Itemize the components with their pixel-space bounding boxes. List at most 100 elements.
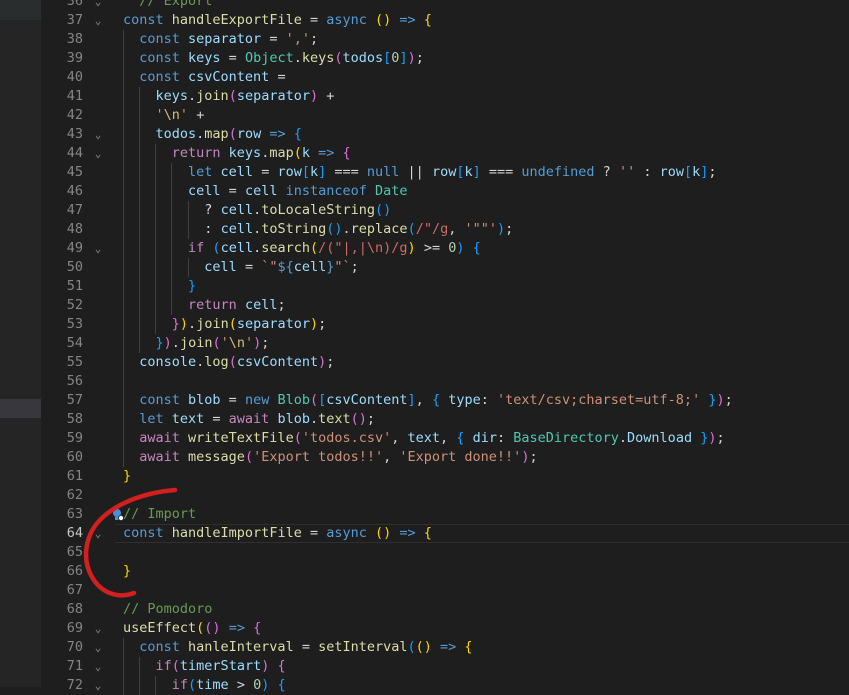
indent-guide [187, 201, 189, 220]
indent-guide [171, 296, 173, 315]
code-line[interactable]: 68 // Pomodoro [41, 600, 849, 619]
fold-chevron-icon[interactable]: ⌄ [91, 619, 105, 638]
fold-chevron-icon[interactable]: ⌄ [91, 638, 105, 657]
code-text: ? cell.toLocaleString() [204, 202, 392, 218]
indent-guide [155, 144, 157, 163]
code-text: const csvContent = [139, 69, 286, 85]
code-line[interactable]: 65 [41, 543, 849, 562]
code-line[interactable]: 42 '\n' + [41, 106, 849, 125]
indent-guide [138, 315, 140, 334]
line-number: 39 [66, 50, 83, 66]
code-line[interactable]: 43 ⌄ todos.map(row => { [41, 125, 849, 144]
line-number: 48 [66, 221, 83, 237]
indent-guide [171, 163, 173, 182]
fold-chevron-icon[interactable]: ⌄ [91, 524, 105, 543]
code-line[interactable]: 67 [41, 581, 849, 600]
code-line[interactable]: 63 // Import [41, 505, 849, 524]
line-number: 61 [66, 468, 83, 484]
indent-guide [138, 201, 140, 220]
indent-guide [122, 448, 124, 467]
code-line[interactable]: 56 [41, 372, 849, 391]
code-text: if(time > 0) { [171, 677, 286, 693]
fold-chevron-icon[interactable]: ⌄ [91, 11, 105, 30]
explorer-selected-row [0, 399, 41, 418]
code-text: await writeTextFile('todos.csv', text, {… [139, 430, 725, 446]
code-text: const blob = new Blob([csvContent], { ty… [139, 392, 733, 408]
code-text: let cell = row[k] === null || row[k] ===… [188, 164, 717, 180]
code-text: } [123, 563, 132, 579]
indent-guide [155, 220, 157, 239]
code-line[interactable]: 45 let cell = row[k] === null || row[k] =… [41, 163, 849, 182]
code-line[interactable]: 37 ⌄ const handleExportFile = async () => … [41, 11, 849, 30]
code-text: cell = cell instanceof Date [188, 183, 408, 199]
line-number: 50 [66, 259, 83, 275]
code-text: return cell; [188, 297, 286, 313]
code-text: const handleImportFile = async () => { [123, 525, 432, 541]
code-line[interactable]: 48: cell.toString().replace(/"/g, '""'); [41, 220, 849, 239]
indent-guide [138, 657, 140, 676]
code-editor[interactable]: 36 ⌄ // Export 37 ⌄ const handleExportFile =… [41, 0, 849, 695]
fold-chevron-icon[interactable]: ⌄ [91, 676, 105, 695]
line-number: 52 [66, 297, 83, 313]
fold-chevron-icon[interactable]: ⌄ [91, 239, 105, 258]
line-number: 67 [66, 582, 83, 598]
code-line[interactable]: 36 ⌄ // Export [41, 0, 849, 11]
code-text: // Pomodoro [123, 601, 213, 617]
code-line[interactable]: 51} [41, 277, 849, 296]
code-line[interactable]: 41 keys.join(separator) + [41, 87, 849, 106]
code-text: const keys = Object.keys(todos[0]); [139, 50, 424, 66]
line-number: 54 [66, 335, 83, 351]
line-number: 60 [66, 449, 83, 465]
code-line[interactable]: 46 cell = cell instanceof Date [41, 182, 849, 201]
code-line[interactable]: 72 ⌄ if(time > 0) { [41, 676, 849, 695]
indent-guide [122, 657, 124, 676]
code-line[interactable]: 64 ⌄ const handleImportFile = async () => … [41, 524, 849, 543]
code-line[interactable]: 38 const separator = ','; [41, 30, 849, 49]
fold-chevron-icon[interactable]: ⌄ [91, 125, 105, 144]
code-text: } [188, 278, 197, 294]
code-line[interactable]: 52 return cell; [41, 296, 849, 315]
indent-guide [122, 87, 124, 106]
line-number: 63 [66, 506, 83, 522]
code-line[interactable]: 53}).join(separator); [41, 315, 849, 334]
explorer-hover-row [0, 0, 41, 20]
code-text: useEffect(() => { [123, 620, 262, 636]
line-number: 46 [66, 183, 83, 199]
indent-guide [122, 182, 124, 201]
explorer-strip [0, 0, 41, 687]
code-line[interactable]: 54}).join('\n'); [41, 334, 849, 353]
code-line[interactable]: 40 const csvContent = [41, 68, 849, 87]
code-line[interactable]: 39 const keys = Object.keys(todos[0]); [41, 49, 849, 68]
indent-guide [122, 30, 124, 49]
code-line[interactable]: 59 await writeTextFile('todos.csv', text,… [41, 429, 849, 448]
lightbulb-icon[interactable] [112, 508, 124, 522]
line-number: 71 [66, 658, 83, 674]
code-line[interactable]: 70 ⌄ const hanleInterval = setInterval(() … [41, 638, 849, 657]
code-line[interactable]: 62 [41, 486, 849, 505]
code-text: } [123, 468, 132, 484]
fold-chevron-icon[interactable]: ⌄ [91, 0, 105, 11]
fold-chevron-icon[interactable]: ⌄ [91, 144, 105, 163]
indent-guide [122, 315, 124, 334]
code-line[interactable]: 60 await message('Export todos!!', 'Expor… [41, 448, 849, 467]
code-line[interactable]: 50 cell = `"${cell}"`; [41, 258, 849, 277]
indent-guide [122, 334, 124, 353]
code-line[interactable]: 55 console.log(csvContent); [41, 353, 849, 372]
code-line[interactable]: 49 ⌄ if (cell.search(/("|,|\n)/g) >= 0) { [41, 239, 849, 258]
code-line[interactable]: 71 ⌄ if(timerStart) { [41, 657, 849, 676]
code-line[interactable]: 66} [41, 562, 849, 581]
code-line[interactable]: 58 let text = await blob.text(); [41, 410, 849, 429]
code-text: '\n' + [155, 107, 205, 123]
code-line[interactable]: 57 const blob = new Blob([csvContent], { … [41, 391, 849, 410]
code-line[interactable]: 69 ⌄ useEffect(() => { [41, 619, 849, 638]
fold-chevron-icon[interactable]: ⌄ [91, 657, 105, 676]
code-line[interactable]: 61} [41, 467, 849, 486]
code-line[interactable]: 47 ? cell.toLocaleString() [41, 201, 849, 220]
indent-guide [138, 258, 140, 277]
code-line[interactable]: 44 ⌄ return keys.map(k => { [41, 144, 849, 163]
indent-guide [122, 144, 124, 163]
indent-guide [138, 676, 140, 695]
line-number: 43 [66, 126, 83, 142]
code-text: const separator = ','; [139, 31, 319, 47]
indent-guide [122, 220, 124, 239]
